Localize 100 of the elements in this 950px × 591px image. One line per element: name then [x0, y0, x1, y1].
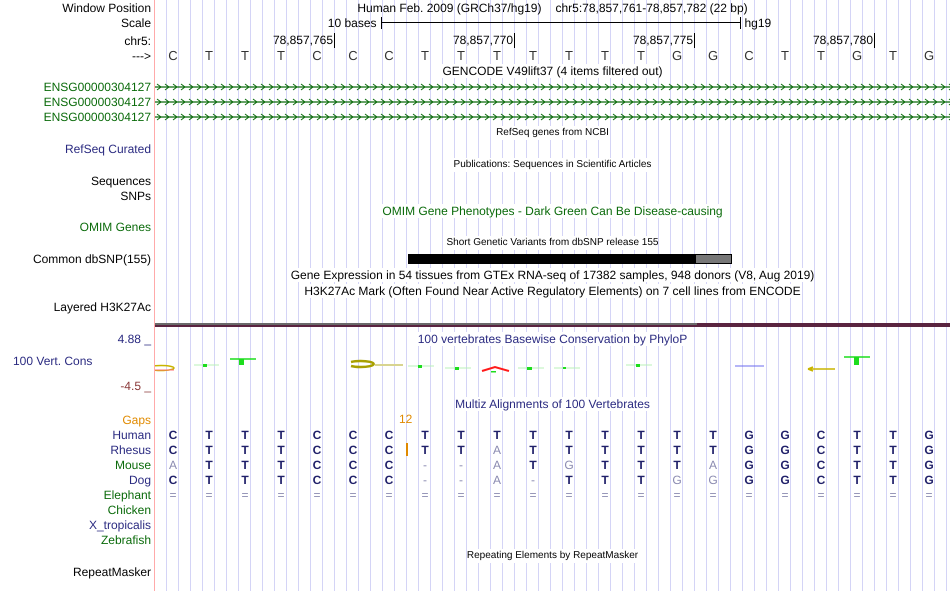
- base-letter: T: [277, 458, 285, 472]
- gene-label[interactable]: ENSG00000304127: [44, 80, 151, 94]
- base-letter: T: [493, 48, 501, 62]
- base-letter: C: [312, 442, 322, 456]
- track-label[interactable]: RepeatMasker: [72, 564, 151, 578]
- species-label[interactable]: Dog: [128, 472, 151, 486]
- base-letter: C: [348, 48, 358, 62]
- base-letter: T: [637, 472, 645, 486]
- base-letter: C: [384, 458, 394, 472]
- base-letter: T: [673, 442, 681, 456]
- species-label[interactable]: Elephant: [104, 488, 151, 502]
- base-letter: T: [637, 428, 645, 442]
- base-letter: T: [565, 48, 573, 62]
- base-letter: T: [457, 48, 465, 62]
- base-letter: C: [816, 472, 826, 486]
- base-letter: T: [241, 428, 249, 442]
- base-letter: T: [853, 458, 861, 472]
- assembly-name: Human Feb. 2009 (GRCh37/hg19): [357, 0, 542, 14]
- base-letter: T: [709, 442, 717, 456]
- base-letter: =: [241, 488, 248, 502]
- species-label[interactable]: X_tropicalis: [88, 518, 151, 532]
- base-letter: =: [529, 488, 536, 502]
- species-label[interactable]: Rhesus: [110, 442, 151, 456]
- base-letter: T: [637, 458, 645, 472]
- base-letter: G: [744, 458, 754, 472]
- track-label[interactable]: SNPs: [120, 188, 151, 202]
- base-letter: T: [529, 428, 537, 442]
- base-letter: =: [385, 488, 392, 502]
- base-letter: T: [889, 48, 897, 62]
- base-letter: C: [348, 472, 358, 486]
- base-letter: T: [421, 48, 429, 62]
- base-letter: C: [384, 48, 394, 62]
- base-letter: =: [565, 488, 572, 502]
- base-letter: G: [780, 428, 790, 442]
- base-letter: T: [277, 428, 285, 442]
- track-label[interactable]: RefSeq Curated: [64, 142, 151, 156]
- base-letter: T: [889, 442, 897, 456]
- variant-bar[interactable]: [408, 254, 732, 264]
- base-letter: C: [816, 428, 826, 442]
- track-title: GENCODE V49lift37 (4 items filtered out): [442, 64, 663, 78]
- base-letter: T: [817, 48, 825, 62]
- base-letter: T: [205, 442, 213, 456]
- base-letter: =: [601, 488, 608, 502]
- base-letter: G: [744, 428, 754, 442]
- species-label[interactable]: Chicken: [108, 502, 151, 516]
- base-letter: T: [889, 458, 897, 472]
- base-letter: T: [637, 48, 645, 62]
- scale-assembly: hg19: [744, 16, 772, 30]
- base-letter: T: [853, 472, 861, 486]
- base-letter: -: [423, 472, 427, 486]
- base-letter: T: [529, 48, 537, 62]
- base-letter: T: [457, 442, 465, 456]
- base-letter: T: [565, 472, 573, 486]
- track-label[interactable]: Layered H3K27Ac: [54, 300, 151, 314]
- track-label[interactable]: Common dbSNP(155): [32, 252, 151, 266]
- track-title: Repeating Elements by RepeatMasker: [466, 548, 638, 562]
- base-letter: =: [709, 488, 716, 502]
- base-letter: T: [421, 428, 429, 442]
- base-letter: -: [423, 458, 427, 472]
- species-label[interactable]: Mouse: [114, 458, 151, 472]
- base-letter: G: [780, 442, 790, 456]
- gene-strand-line[interactable]: [155, 82, 950, 90]
- base-letter: G: [708, 472, 718, 486]
- base-letter: -: [459, 472, 463, 486]
- base-letter: T: [601, 442, 609, 456]
- species-label[interactable]: Human: [112, 428, 151, 442]
- base-letter: T: [241, 442, 249, 456]
- track-label[interactable]: Sequences: [90, 174, 151, 188]
- base-letter: G: [564, 458, 574, 472]
- track-label[interactable]: 100 Vert. Cons: [0, 354, 92, 368]
- base-letter: G: [924, 442, 934, 456]
- base-letter: C: [312, 458, 322, 472]
- base-letter: T: [601, 48, 609, 62]
- base-letter: A: [492, 458, 501, 472]
- base-letter: T: [205, 458, 213, 472]
- base-letter: T: [889, 472, 897, 486]
- base-letter: T: [601, 472, 609, 486]
- base-letter: T: [637, 442, 645, 456]
- axis-max-label: 4.88 _: [118, 332, 151, 346]
- track-title: Short Genetic Variants from dbSNP release 155: [446, 236, 658, 250]
- base-letter: T: [241, 472, 249, 486]
- base-letter: C: [312, 428, 322, 442]
- base-letter: T: [421, 442, 429, 456]
- track-title: 100 vertebrates Basewise Conservation by PhyloP: [418, 332, 688, 346]
- base-letter: =: [313, 488, 320, 502]
- base-letter: T: [493, 428, 501, 442]
- row-label: chr5:: [124, 34, 151, 48]
- gene-strand-line[interactable]: [155, 98, 950, 106]
- gene-label[interactable]: ENSG00000304127: [44, 94, 151, 108]
- base-letter: =: [889, 488, 896, 502]
- track-label[interactable]: OMIM Genes: [80, 220, 151, 234]
- gene-strand-line[interactable]: [155, 112, 950, 120]
- gene-label[interactable]: ENSG00000304127: [44, 110, 151, 124]
- base-letter: C: [816, 442, 826, 456]
- position-tick: 78,857,780: [812, 33, 875, 48]
- base-letter: C: [168, 472, 178, 486]
- base-letter: C: [348, 442, 358, 456]
- species-label[interactable]: Zebrafish: [100, 532, 151, 546]
- base-letter: T: [241, 48, 249, 62]
- track-title: OMIM Gene Phenotypes - Dark Green Can Be Disease-causing: [382, 204, 723, 218]
